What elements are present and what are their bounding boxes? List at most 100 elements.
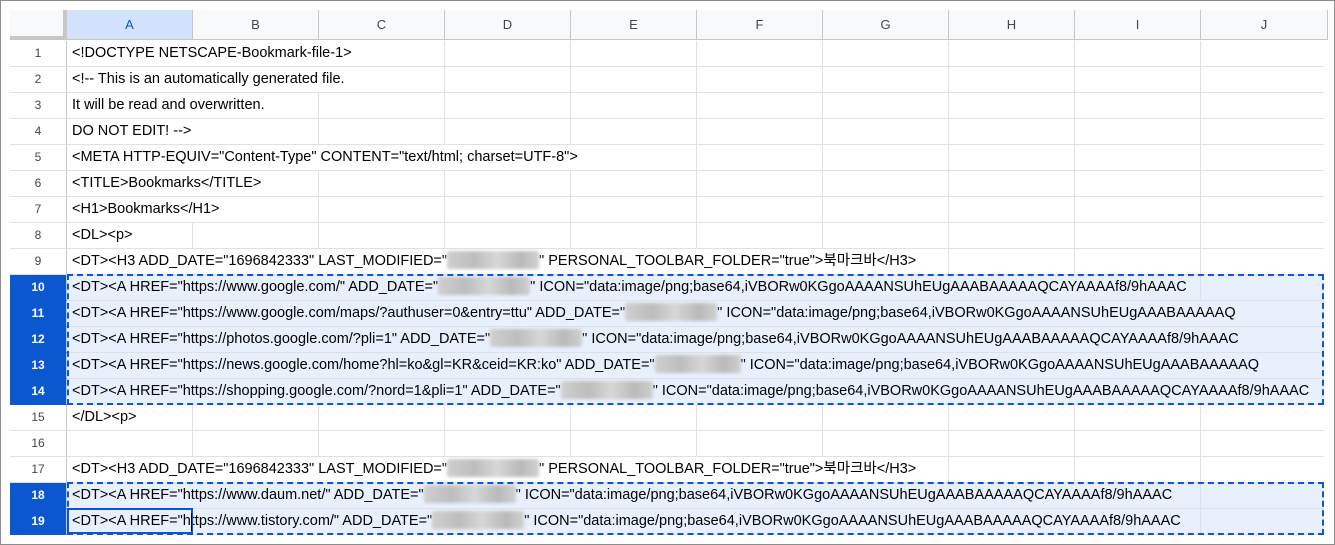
table-row[interactable]: <DT><A HREF="https://www.tistory.com/" A…: [67, 509, 1324, 535]
grid-line: [1200, 197, 1201, 222]
row-header-14[interactable]: 14: [10, 379, 67, 405]
column-header-c[interactable]: C: [319, 10, 445, 40]
grid-line: [318, 119, 319, 144]
cell-a6[interactable]: <TITLE>Bookmarks</TITLE>: [72, 171, 268, 196]
row-header-12[interactable]: 12: [10, 327, 67, 353]
cell-a12[interactable]: <DT><A HREF="https://photos.google.com/?…: [72, 327, 1239, 352]
cell-a19[interactable]: <DT><A HREF="https://www.tistory.com/" A…: [72, 509, 1181, 534]
grid-line: [696, 145, 697, 170]
table-row[interactable]: [67, 431, 1324, 457]
grid-line: [822, 171, 823, 196]
cell-a17[interactable]: <DT><H3 ADD_DATE="1696842333" LAST_MODIF…: [72, 457, 923, 482]
grid-line: [948, 41, 949, 66]
cell-a8[interactable]: <DL><p>: [72, 223, 139, 248]
column-header-f[interactable]: F: [697, 10, 823, 40]
cell-a10[interactable]: <DT><A HREF="https://www.google.com/" AD…: [72, 275, 1187, 300]
cell-a15[interactable]: </DL><p>: [72, 405, 143, 430]
table-row[interactable]: DO NOT EDIT! -->: [67, 119, 1324, 145]
table-row[interactable]: <DT><A HREF="https://photos.google.com/?…: [67, 327, 1324, 353]
row-header-11[interactable]: 11: [10, 301, 67, 327]
table-row[interactable]: </DL><p>: [67, 405, 1324, 431]
column-header-i[interactable]: I: [1075, 10, 1201, 40]
column-header-j[interactable]: J: [1201, 10, 1328, 40]
table-row[interactable]: <DT><H3 ADD_DATE="1696842333" LAST_MODIF…: [67, 249, 1324, 275]
column-header-e[interactable]: E: [571, 10, 697, 40]
cell-a2[interactable]: <!-- This is an automatically generated …: [72, 67, 351, 92]
table-row[interactable]: <DT><A HREF="https://www.daum.net/" ADD_…: [67, 483, 1324, 509]
grid-line: [822, 431, 823, 456]
table-row[interactable]: <META HTTP-EQUIV="Content-Type" CONTENT=…: [67, 145, 1324, 171]
cell-text-segment: <DT><H3 ADD_DATE="1696842333" LAST_MODIF…: [72, 253, 448, 269]
cell-text-segment: <DT><A HREF="https://www.google.com/" AD…: [72, 279, 439, 295]
row-header-18[interactable]: 18: [10, 483, 67, 509]
select-all-corner[interactable]: [10, 10, 67, 40]
grid-line: [696, 67, 697, 92]
cell-a11[interactable]: <DT><A HREF="https://www.google.com/maps…: [72, 301, 1236, 326]
column-header-d[interactable]: D: [445, 10, 571, 40]
table-row[interactable]: <DT><A HREF="https://news.google.com/hom…: [67, 353, 1324, 379]
grid-line: [318, 405, 319, 430]
row-header-1[interactable]: 1: [10, 41, 67, 67]
row-header-3[interactable]: 3: [10, 93, 67, 119]
grid-line: [444, 223, 445, 248]
column-header-b[interactable]: B: [193, 10, 319, 40]
cell-a18[interactable]: <DT><A HREF="https://www.daum.net/" ADD_…: [72, 483, 1173, 508]
grid-line: [318, 171, 319, 196]
row-header-19[interactable]: 19: [10, 509, 67, 535]
cell-text-segment: " ICON="data:image/png;base64,iVBORw0KGg…: [515, 487, 1173, 503]
grid-line: [570, 171, 571, 196]
grid-line: [318, 197, 319, 222]
grid-line: [444, 67, 445, 92]
row-header-10[interactable]: 10: [10, 275, 67, 301]
table-row[interactable]: <TITLE>Bookmarks</TITLE>: [67, 171, 1324, 197]
cell-a4[interactable]: DO NOT EDIT! -->: [72, 119, 198, 144]
grid-line: [1074, 223, 1075, 248]
grid-line: [318, 93, 319, 118]
cell-a1[interactable]: <!DOCTYPE NETSCAPE-Bookmark-file-1>: [72, 41, 358, 66]
cell-a14[interactable]: <DT><A HREF="https://shopping.google.com…: [72, 379, 1310, 404]
grid-line: [444, 119, 445, 144]
grid-line: [822, 223, 823, 248]
grid-line: [822, 119, 823, 144]
grid-line: [1200, 483, 1201, 508]
grid-line: [1200, 41, 1201, 66]
column-header-g[interactable]: G: [823, 10, 949, 40]
table-row[interactable]: <DT><A HREF="https://shopping.google.com…: [67, 379, 1324, 405]
cell-a13[interactable]: <DT><A HREF="https://news.google.com/hom…: [72, 353, 1260, 378]
row-header-2[interactable]: 2: [10, 67, 67, 93]
row-header-15[interactable]: 15: [10, 405, 67, 431]
cell-a9[interactable]: <DT><H3 ADD_DATE="1696842333" LAST_MODIF…: [72, 249, 923, 274]
row-header-8[interactable]: 8: [10, 223, 67, 249]
row-header-7[interactable]: 7: [10, 197, 67, 223]
row-header-13[interactable]: 13: [10, 353, 67, 379]
active-cell[interactable]: [67, 508, 193, 534]
table-row[interactable]: <DL><p>: [67, 223, 1324, 249]
cell-grid[interactable]: <!DOCTYPE NETSCAPE-Bookmark-file-1> <!-- …: [67, 41, 1324, 537]
grid-line: [1200, 119, 1201, 144]
cell-a7[interactable]: <H1>Bookmarks</H1>: [72, 197, 226, 222]
grid-line: [822, 93, 823, 118]
row-header-16[interactable]: 16: [10, 431, 67, 457]
grid-line: [1200, 93, 1201, 118]
table-row[interactable]: <DT><A HREF="https://www.google.com/maps…: [67, 301, 1324, 327]
table-row[interactable]: <!DOCTYPE NETSCAPE-Bookmark-file-1>: [67, 41, 1324, 67]
row-header-9[interactable]: 9: [10, 249, 67, 275]
cell-text-segment: " ICON="data:image/png;base64,iVBORw0KGg…: [717, 305, 1236, 321]
redacted-value: [654, 355, 741, 373]
column-header-h[interactable]: H: [949, 10, 1075, 40]
grid-line: [444, 197, 445, 222]
table-row[interactable]: <DT><A HREF="https://www.google.com/" AD…: [67, 275, 1324, 301]
row-header-4[interactable]: 4: [10, 119, 67, 145]
column-header-a[interactable]: A: [67, 10, 193, 40]
table-row[interactable]: <DT><H3 ADD_DATE="1696842333" LAST_MODIF…: [67, 457, 1324, 483]
table-row[interactable]: <!-- This is an automatically generated …: [67, 67, 1324, 93]
table-row[interactable]: <H1>Bookmarks</H1>: [67, 197, 1324, 223]
row-header-17[interactable]: 17: [10, 457, 67, 483]
cell-a3[interactable]: It will be read and overwritten.: [72, 93, 271, 118]
row-header-6[interactable]: 6: [10, 171, 67, 197]
row-header-5[interactable]: 5: [10, 145, 67, 171]
cell-a5[interactable]: <META HTTP-EQUIV="Content-Type" CONTENT=…: [72, 145, 584, 170]
table-row[interactable]: It will be read and overwritten.: [67, 93, 1324, 119]
grid-line: [192, 431, 193, 456]
redacted-value: [447, 251, 540, 269]
